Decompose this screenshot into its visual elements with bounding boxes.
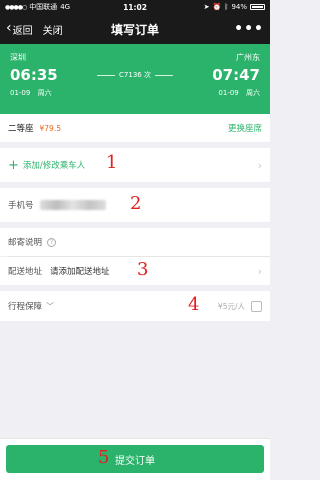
close-button[interactable]: 关闭: [43, 22, 63, 37]
back-button[interactable]: ‹ 返回: [6, 20, 33, 37]
status-time: 11:02: [123, 2, 147, 12]
annotation-marker-4: 4: [188, 294, 200, 315]
submit-order-label: 提交订单: [115, 455, 155, 467]
battery-icon: [250, 4, 265, 10]
phone-row[interactable]: 手机号 2: [0, 188, 270, 222]
back-label: 返回: [12, 25, 33, 37]
footer-bar: 5 提交订单: [0, 438, 270, 480]
address-label: 配送地址: [8, 267, 43, 277]
insurance-price: ¥5元/人: [217, 301, 245, 311]
annotation-marker-3: 3: [137, 259, 149, 280]
mail-info-label: 邮寄说明: [8, 238, 43, 248]
insurance-row: 行程保障 ﹀ 4 ¥5元/人: [0, 291, 270, 321]
page-title: 填写订单: [110, 22, 159, 37]
plus-icon: +: [8, 157, 19, 173]
depart-date: 01-09: [10, 89, 31, 97]
mail-info-row: 邮寄说明 ?: [0, 228, 270, 256]
divider-line: [97, 74, 116, 76]
seat-type: 二等座: [8, 124, 34, 134]
train-info-card: 深圳 广州东 06:35 C7136 次 07:47 01-09 周六 01-0…: [0, 44, 270, 114]
chevron-down-icon[interactable]: ﹀: [46, 301, 54, 312]
insurance-label: 行程保障: [8, 302, 43, 312]
more-menu-button[interactable]: •••: [234, 21, 264, 37]
address-row[interactable]: 配送地址 请添加配送地址 3 ›: [0, 257, 270, 285]
seat-row: 二等座 ¥79.5 更换座席: [0, 114, 270, 142]
submit-order-button[interactable]: 5 提交订单: [6, 445, 264, 473]
arrive-time: 07:47: [212, 66, 260, 84]
annotation-marker-2: 2: [130, 193, 142, 214]
status-bar: ●●●●○ 中国联通 4G 11:02 ➤ ⏰ ᛒ 94%: [0, 0, 270, 14]
annotation-marker-5: 5: [98, 447, 110, 468]
depart-weekday: 周六: [37, 89, 52, 97]
nav-bar: ‹ 返回 关闭 填写订单 •••: [0, 14, 270, 44]
divider-line: [154, 74, 173, 76]
add-passenger-row[interactable]: + 添加/修改乘车人 1 ›: [0, 148, 270, 182]
arrive-weekday: 周六: [246, 89, 260, 97]
chevron-right-icon: ›: [257, 264, 262, 278]
annotation-marker-1: 1: [106, 152, 118, 173]
chevron-left-icon: ‹: [6, 20, 12, 36]
seat-price: ¥79.5: [39, 123, 61, 133]
phone-label: 手机号: [8, 201, 34, 211]
from-station: 深圳: [10, 53, 26, 62]
phone-number-redacted: [39, 200, 106, 210]
arrive-date: 01-09: [218, 89, 239, 97]
to-station: 广州东: [236, 53, 260, 62]
depart-time: 06:35: [10, 66, 58, 84]
train-number: C7136 次: [97, 70, 173, 80]
info-icon[interactable]: ?: [47, 237, 57, 247]
address-placeholder: 请添加配送地址: [50, 267, 110, 277]
add-passenger-label: 添加/修改乘车人: [22, 161, 86, 171]
insurance-checkbox[interactable]: [251, 300, 262, 312]
train-number-label: C7136 次: [119, 71, 151, 79]
change-seat-button[interactable]: 更换座席: [228, 122, 262, 134]
chevron-right-icon: ›: [257, 158, 262, 172]
